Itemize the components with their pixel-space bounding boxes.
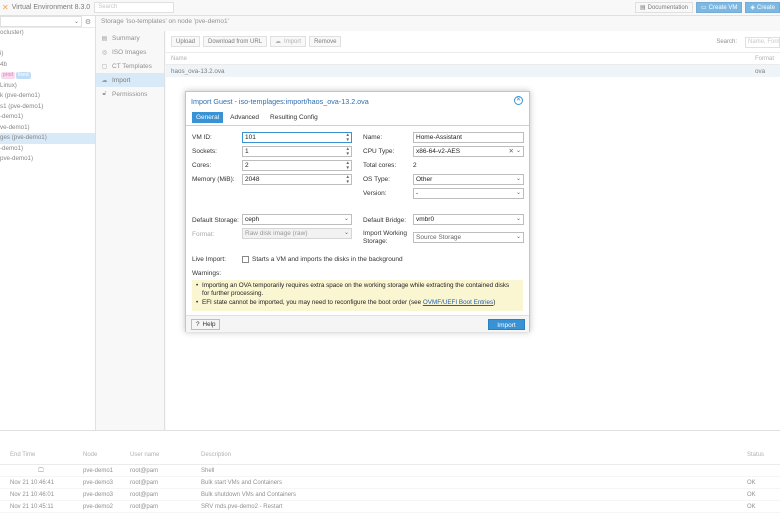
live-import-label: Live Import: [192, 256, 226, 263]
cpu-type-label: CPU Type: [363, 148, 395, 155]
default-bridge-label: Default Bridge: [363, 217, 406, 224]
question-icon: ? [196, 321, 200, 328]
warnings-label: Warnings: [192, 270, 222, 277]
chevron-down-icon[interactable]: ⌄ [516, 189, 521, 198]
chevron-down-icon: ⌄ [343, 230, 349, 236]
cores-label: Cores: [192, 162, 212, 169]
vmid-label: VM ID: [192, 134, 212, 141]
vmid-field[interactable]: 101 ▲ ▼ [242, 132, 352, 143]
cpu-type-select[interactable]: x86-64-v2-AES ✕ ⌄ [413, 146, 524, 157]
spinner-icon[interactable]: ▲ ▼ [346, 147, 350, 156]
tab-divider [186, 125, 529, 126]
spinner-icon[interactable]: ▲ ▼ [346, 133, 350, 142]
default-bridge-select[interactable]: vmbr0 ⌄ [413, 214, 524, 225]
memory-label: Memory (MiB): [192, 176, 235, 183]
chevron-down-icon[interactable]: ⌄ [516, 215, 521, 224]
sockets-field[interactable]: 1 ▲ ▼ [242, 146, 352, 157]
live-import-checkbox[interactable] [242, 256, 249, 263]
total-cores-label: Total cores: [363, 162, 397, 169]
format-select[interactable]: Raw disk image (raw) ⌄ [242, 228, 352, 239]
import-storage-label: Import Working Storage: [363, 230, 407, 245]
import-storage-select[interactable]: Source Storage ⌄ [413, 232, 524, 243]
dialog-tabs: General Advanced Resulting Config [192, 112, 322, 123]
version-label: Version: [363, 190, 387, 197]
name-field[interactable]: Home-Assistant [413, 132, 524, 143]
name-label: Name: [363, 134, 383, 141]
close-icon[interactable]: ✕ [514, 96, 523, 105]
cores-field[interactable]: 2 ▲ ▼ [242, 160, 352, 171]
warning-item: Importing an OVA temporarily requires ex… [196, 282, 517, 298]
os-type-label: OS Type: [363, 176, 390, 183]
help-button[interactable]: ? Help [191, 319, 221, 330]
spinner-icon[interactable]: ▲ ▼ [346, 175, 350, 184]
sockets-label: Sockets: [192, 148, 217, 155]
import-guest-dialog: Import Guest - iso-templages:import/haos… [185, 91, 530, 332]
memory-field[interactable]: 2048 ▲ ▼ [242, 174, 352, 185]
tab-resulting-config[interactable]: Resulting Config [266, 112, 322, 123]
warning-item-efi: EFI state cannot be imported, you may ne… [196, 299, 517, 307]
chevron-down-icon[interactable]: ⌄ [516, 147, 521, 156]
dialog-footer: ? Help Import [186, 315, 529, 332]
clear-icon[interactable]: ✕ [509, 147, 514, 156]
ovmf-boot-entries-link[interactable]: OVMF/UEFI Boot Entries [423, 299, 493, 306]
warnings-box: Importing an OVA temporarily requires ex… [192, 280, 523, 311]
default-storage-label: Default Storage: [192, 217, 239, 224]
tab-general[interactable]: General [192, 112, 224, 123]
spinner-icon[interactable]: ▲ ▼ [346, 161, 350, 170]
chevron-down-icon[interactable]: ⌄ [516, 175, 521, 184]
version-select[interactable]: - ⌄ [413, 188, 524, 199]
live-import-text: Starts a VM and imports the disks in the… [252, 256, 403, 263]
default-storage-select[interactable]: ceph ⌄ [242, 214, 352, 225]
dialog-title: Import Guest - iso-templages:import/haos… [191, 97, 369, 106]
os-type-select[interactable]: Other ⌄ [413, 174, 524, 185]
import-submit-button[interactable]: Import [488, 319, 525, 330]
format-label: Format: [192, 231, 215, 238]
total-cores-value: 2 [413, 162, 417, 169]
tab-advanced[interactable]: Advanced [226, 112, 263, 123]
chevron-down-icon[interactable]: ⌄ [516, 233, 521, 242]
chevron-down-icon[interactable]: ⌄ [344, 215, 349, 224]
